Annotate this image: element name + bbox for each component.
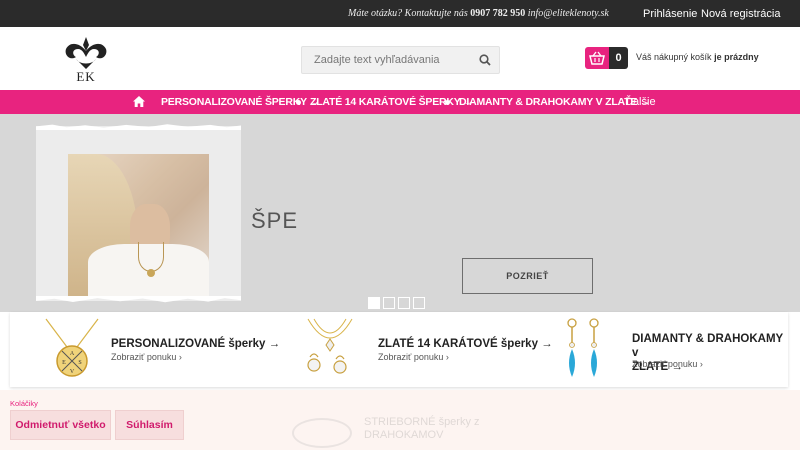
slider-dot-4[interactable] <box>413 297 425 309</box>
svg-text:V: V <box>70 369 75 375</box>
contact-email[interactable]: info@eliteklenoty.sk <box>528 8 609 19</box>
contact-info: Máte otázku? Kontaktujte nás 0907 782 95… <box>348 8 609 19</box>
logo-text: EK <box>76 69 96 84</box>
cart-status[interactable]: Váš nákupný košík je prázdny <box>636 52 759 62</box>
nav-item-more[interactable]: Ďalšie <box>625 96 656 108</box>
cart-label: Váš nákupný košík <box>636 52 712 62</box>
logo[interactable]: EK <box>60 35 112 85</box>
accept-button[interactable]: Súhlasím <box>115 410 184 440</box>
main-nav: PERSONALIZOVANÉ ŠPERKY → ZLATÉ 14 KARÁTO… <box>0 90 800 114</box>
category-card-personalized[interactable]: A E S V PERSONALIZOVANÉ šperky → Zobrazi… <box>10 312 280 387</box>
logo-ornament-icon <box>65 37 107 69</box>
slider-dots <box>368 296 428 309</box>
pendant-initials-thumbnail: A E S V <box>42 317 102 381</box>
torn-edge-bottom <box>36 296 241 303</box>
card-title[interactable]: PERSONALIZOVANÉ šperky → <box>111 337 280 351</box>
hero-title: ŠPE <box>251 208 299 233</box>
cart-count[interactable]: 0 <box>609 47 628 69</box>
svg-text:S: S <box>78 360 81 366</box>
slider-dot-3[interactable] <box>398 297 410 309</box>
contact-label: Máte otázku? Kontaktujte nás <box>348 8 468 19</box>
hero-photo-model-necklace <box>68 154 209 296</box>
faded-title-line-1: STRIEBORNÉ šperky z <box>364 416 480 428</box>
category-card-gold[interactable]: ZLATÉ 14 KARÁTOVÉ šperky → Zobraziť ponu… <box>270 312 553 387</box>
home-icon[interactable] <box>133 96 145 107</box>
search-box[interactable] <box>301 46 500 74</box>
search-icon[interactable] <box>479 54 491 66</box>
nav-item-diamonds[interactable]: DIAMANTY & DRAHOKAMY V ZLATE → <box>459 96 650 108</box>
top-bar: Máte otázku? Kontaktujte nás 0907 782 95… <box>0 0 800 27</box>
slider-dot-2[interactable] <box>383 297 395 309</box>
basket-icon <box>589 51 605 65</box>
svg-text:E: E <box>62 360 66 366</box>
cart-empty-text: je prázdny <box>714 52 759 62</box>
reject-all-button[interactable]: Odmietnuť všetko <box>10 410 111 440</box>
search-input[interactable] <box>302 47 472 73</box>
login-link[interactable]: Prihlásenie <box>643 8 697 20</box>
torn-edge-top <box>36 124 241 130</box>
card-link[interactable]: Zobraziť ponuku › <box>632 359 703 369</box>
register-link[interactable]: Nová registrácia <box>701 8 780 20</box>
category-card-diamonds[interactable]: DIAMANTY & DRAHOKAMY v ZLATE → Zobraziť … <box>530 312 788 387</box>
photo-chain <box>138 242 164 272</box>
blue-drop-earrings-thumbnail <box>554 317 614 381</box>
cart-button[interactable] <box>585 47 609 69</box>
gold-earrings-necklace-thumbnail <box>300 317 360 381</box>
nav-separator-dot <box>445 100 450 105</box>
card-link[interactable]: Zobraziť ponuku › <box>111 352 182 362</box>
contact-phone[interactable]: 0907 782 950 <box>470 8 525 19</box>
hero-cta-button[interactable]: POZRIEŤ <box>462 258 593 294</box>
faded-ring-thumbnail <box>292 418 352 448</box>
header: EK 0 Váš nákupný košík je prázdny <box>0 27 800 90</box>
cookie-label: Koláčiky <box>10 399 38 408</box>
card-title-line-1: DIAMANTY & DRAHOKAMY v <box>632 333 783 359</box>
slider-dot-1[interactable] <box>368 297 380 309</box>
category-cards: A E S V PERSONALIZOVANÉ šperky → Zobrazi… <box>10 312 788 387</box>
card-title[interactable]: ZLATÉ 14 KARÁTOVÉ šperky → <box>378 337 553 351</box>
svg-text:A: A <box>70 351 75 357</box>
hero-slider: ŠPE POZRIEŤ <box>0 114 800 312</box>
hero-photo-frame <box>36 124 241 303</box>
faded-category-title: STRIEBORNÉ šperky z DRAHOKAMOV <box>364 416 480 442</box>
faded-title-line-2: DRAHOKAMOV <box>364 429 444 441</box>
nav-separator-dot <box>296 100 301 105</box>
photo-pendant <box>147 269 155 277</box>
card-link[interactable]: Zobraziť ponuku › <box>378 352 449 362</box>
